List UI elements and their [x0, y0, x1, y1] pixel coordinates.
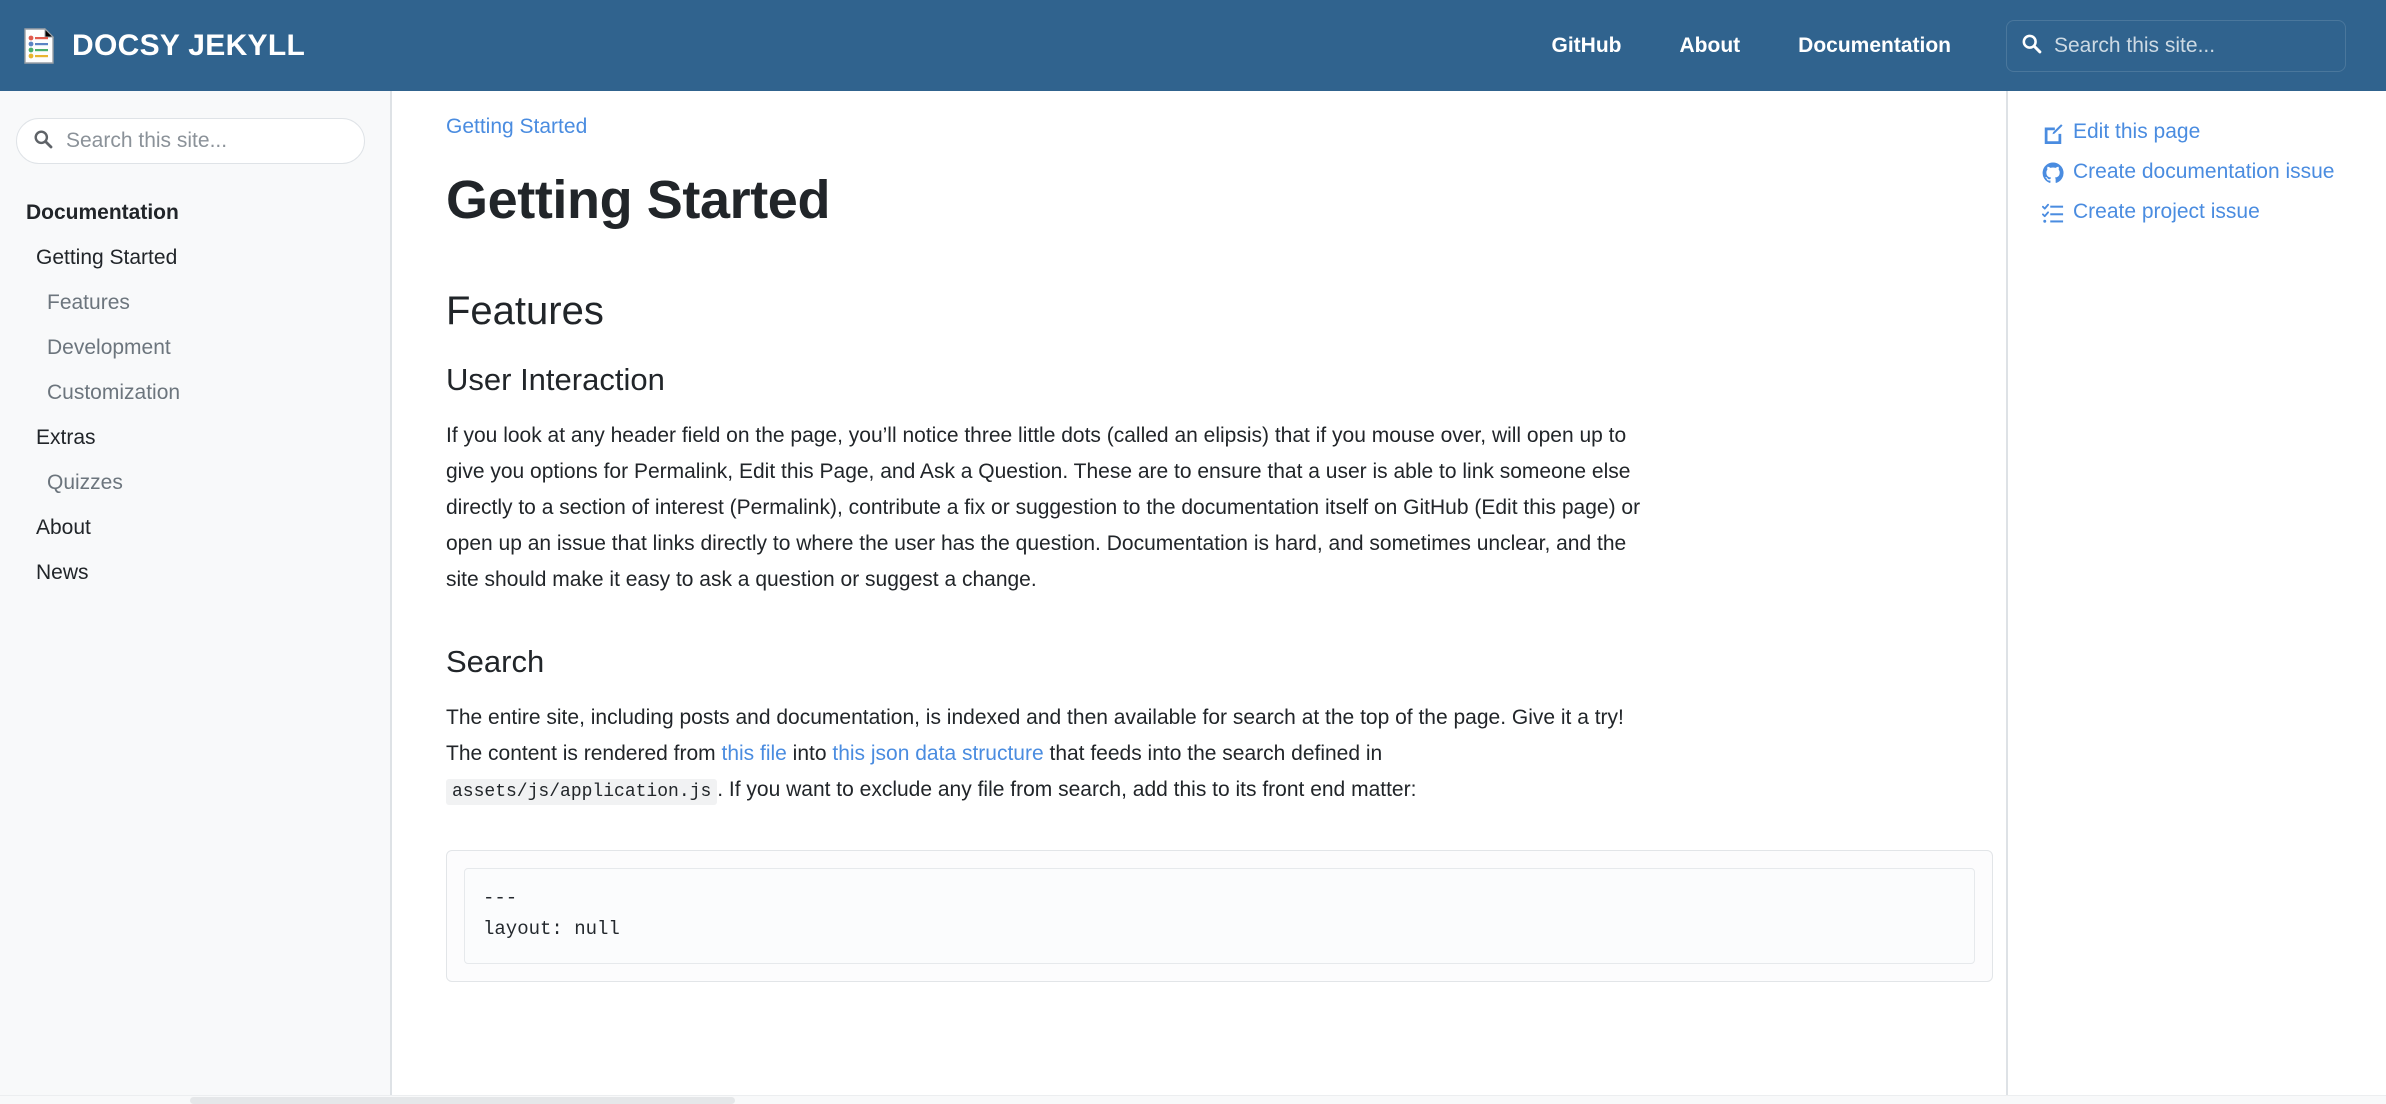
features-heading: Features: [446, 289, 604, 333]
create-documentation-issue-label: Create documentation issue: [2073, 160, 2335, 183]
sidebar-nav: Documentation Getting Started Features D…: [16, 190, 366, 595]
sidebar-item-documentation[interactable]: Documentation: [16, 190, 366, 235]
sidebar-search-box[interactable]: [16, 118, 365, 164]
search-paragraph: The entire site, including posts and doc…: [446, 700, 1641, 810]
sidebar-item-news[interactable]: News: [16, 550, 366, 595]
code-block-card: --- layout: null: [446, 850, 1993, 982]
breadcrumb: Getting Started: [446, 115, 1962, 139]
search-paragraph-part2: into: [786, 742, 833, 765]
search-icon: [2021, 33, 2042, 59]
document-list-icon: [24, 27, 55, 64]
user-interaction-heading: User Interaction: [446, 362, 665, 397]
top-navbar: DOCSY JEKYLL GitHub About Documentation: [0, 0, 2386, 91]
github-icon: [2042, 160, 2064, 183]
user-interaction-paragraph: If you look at any header field on the p…: [446, 424, 1641, 591]
left-sidebar: Documentation Getting Started Features D…: [0, 91, 392, 1104]
search-paragraph-part3: that feeds into the search defined in: [1043, 742, 1383, 765]
sidebar-search-input[interactable]: [64, 128, 348, 154]
code-block: --- layout: null: [464, 868, 1975, 964]
horizontal-scrollbar-thumb[interactable]: [190, 1097, 735, 1104]
brand-home-link[interactable]: DOCSY JEKYLL: [24, 27, 306, 64]
inline-code-application-js: assets/js/application.js: [446, 779, 718, 805]
edit-this-page-label: Edit this page: [2073, 120, 2201, 143]
sidebar-item-development[interactable]: Development: [16, 325, 366, 370]
main-content: Getting Started Getting Started Features…: [394, 91, 2008, 1104]
create-project-issue-label: Create project issue: [2073, 200, 2260, 223]
nav-link-github[interactable]: GitHub: [1523, 34, 1651, 58]
create-documentation-issue-link[interactable]: Create documentation issue: [2042, 154, 2364, 189]
this-file-link[interactable]: this file: [721, 742, 786, 765]
search-heading: Search: [446, 644, 545, 679]
task-list-icon: [2042, 200, 2064, 223]
this-json-data-structure-link[interactable]: this json data structure: [832, 742, 1043, 765]
page-title: Getting Started: [446, 170, 831, 230]
edit-pencil-square-icon: [2042, 120, 2064, 144]
navbar-search-input[interactable]: [2052, 32, 2327, 59]
search-paragraph-part4: . If you want to exclude any file from s…: [717, 778, 1417, 801]
edit-this-page-link[interactable]: Edit this page: [2042, 114, 2364, 149]
brand-title: DOCSY JEKYLL: [72, 28, 306, 62]
sidebar-item-getting-started[interactable]: Getting Started: [16, 235, 366, 280]
nav-link-documentation[interactable]: Documentation: [1769, 34, 1980, 58]
right-sidebar: Edit this page Create documentation issu…: [2010, 91, 2386, 1104]
sidebar-item-quizzes[interactable]: Quizzes: [16, 460, 366, 505]
create-project-issue-link[interactable]: Create project issue: [2042, 194, 2364, 229]
horizontal-scrollbar[interactable]: [0, 1095, 2386, 1104]
sidebar-item-customization[interactable]: Customization: [16, 370, 366, 415]
sidebar-item-features[interactable]: Features: [16, 280, 366, 325]
breadcrumb-item-getting-started[interactable]: Getting Started: [446, 115, 587, 138]
search-icon: [33, 129, 53, 154]
sidebar-item-extras[interactable]: Extras: [16, 415, 366, 460]
nav-link-about[interactable]: About: [1651, 34, 1770, 58]
navbar-search-box[interactable]: [2006, 19, 2346, 72]
navbar-right-group: GitHub About Documentation: [1523, 19, 2346, 72]
sidebar-item-about[interactable]: About: [16, 505, 366, 550]
